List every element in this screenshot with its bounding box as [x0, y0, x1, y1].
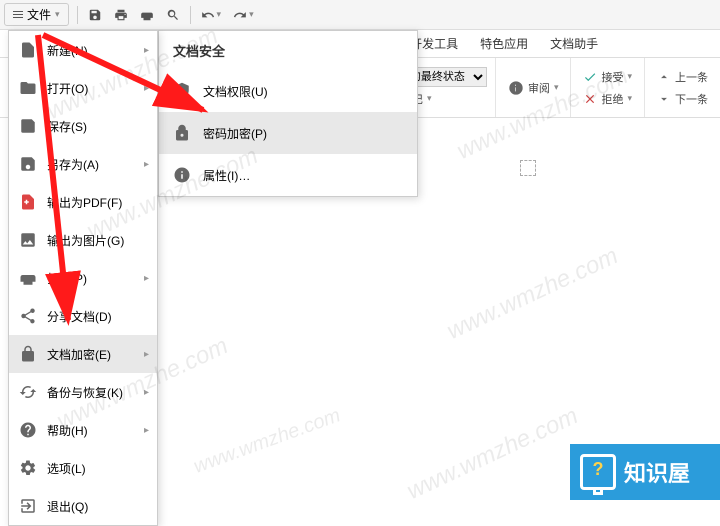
previous-button[interactable]: 上一条 [653, 67, 712, 87]
zhishiwu-logo: 知识屋 [570, 444, 720, 500]
ribbon-review-group: 审阅▾ [495, 58, 571, 117]
submenu-header: 文档安全 [159, 31, 417, 70]
separator [190, 6, 191, 24]
open-icon [19, 79, 37, 97]
undo-icon[interactable]: ▾ [195, 6, 228, 24]
encrypt-submenu: 文档安全 文档权限(U) 密码加密(P) 属性(I)… [158, 30, 418, 197]
reject-button[interactable]: 拒绝▾ [579, 89, 636, 109]
file-item-print[interactable]: 打印(P)▸ [9, 259, 157, 297]
backup-icon [19, 383, 37, 401]
magnifier-icon[interactable] [160, 6, 186, 24]
file-item-encrypt[interactable]: 文档加密(E)▸ [9, 335, 157, 373]
file-item-backup[interactable]: 备份与恢复(K)▸ [9, 373, 157, 411]
chevron-right-icon: ▸ [144, 45, 149, 56]
next-button[interactable]: 下一条 [653, 89, 712, 109]
gear-icon [19, 459, 37, 477]
image-icon [19, 231, 37, 249]
help-icon [19, 421, 37, 439]
submenu-item-properties[interactable]: 属性(I)… [159, 154, 417, 196]
quick-toolbar: 文件 ▾ ▾ ▾ [0, 0, 720, 30]
file-item-options[interactable]: 选项(L) [9, 449, 157, 487]
file-item-image[interactable]: 输出为图片(G) [9, 221, 157, 259]
file-item-share[interactable]: 分享文档(D) [9, 297, 157, 335]
file-item-help[interactable]: 帮助(H)▸ [9, 411, 157, 449]
file-item-exit[interactable]: 退出(Q) [9, 487, 157, 525]
monitor-icon [580, 454, 616, 490]
document-canvas [420, 118, 720, 500]
hamburger-button[interactable]: 文件 ▾ [4, 3, 69, 26]
review-button[interactable]: 审阅▾ [504, 78, 563, 98]
page-marker [520, 160, 536, 176]
print-icon [19, 269, 37, 287]
print-icon[interactable] [134, 6, 160, 24]
file-item-open[interactable]: 打开(O)▸ [9, 69, 157, 107]
file-item-pdf[interactable]: 输出为PDF(F) [9, 183, 157, 221]
separator [77, 6, 78, 24]
lock-icon [19, 345, 37, 363]
arrow-up-icon [657, 70, 671, 84]
share-icon [19, 307, 37, 325]
permissions-icon [173, 82, 191, 100]
new-icon [19, 41, 37, 59]
chevron-right-icon: ▸ [144, 425, 149, 436]
ribbon-nav-group: 上一条 下一条 [644, 58, 720, 117]
arrow-down-icon [657, 92, 671, 106]
pdf-icon [19, 193, 37, 211]
watermark: www.wmzhe.com [191, 404, 344, 478]
tab-special[interactable]: 特色应用 [470, 31, 538, 56]
print-preview-icon[interactable] [108, 6, 134, 24]
ribbon-accept-group: 接受▾ 拒绝▾ [570, 58, 644, 117]
logo-text: 知识屋 [624, 456, 690, 488]
chevron-right-icon: ▸ [144, 387, 149, 398]
save-icon[interactable] [82, 6, 108, 24]
redo-icon[interactable]: ▾ [227, 6, 260, 24]
file-item-saveas[interactable]: 另存为(A)▸ [9, 145, 157, 183]
chevron-right-icon: ▸ [144, 83, 149, 94]
chevron-right-icon: ▸ [144, 349, 149, 360]
submenu-item-permissions[interactable]: 文档权限(U) [159, 70, 417, 112]
file-item-new[interactable]: 新建(N)▸ [9, 31, 157, 69]
saveas-icon [19, 155, 37, 173]
file-menu: 新建(N)▸ 打开(O)▸ 保存(S) 另存为(A)▸ 输出为PDF(F) 输出… [8, 30, 158, 526]
file-item-save[interactable]: 保存(S) [9, 107, 157, 145]
tab-assistant[interactable]: 文档助手 [540, 31, 608, 56]
review-icon [508, 80, 524, 96]
cross-icon [583, 92, 597, 106]
save-icon [19, 117, 37, 135]
chevron-right-icon: ▸ [144, 273, 149, 284]
submenu-item-password[interactable]: 密码加密(P) [159, 112, 417, 154]
info-icon [173, 166, 191, 184]
key-icon [173, 124, 191, 142]
chevron-down-icon: ▾ [55, 9, 60, 20]
check-icon [583, 70, 597, 84]
file-menu-label: 文件 [27, 6, 51, 23]
accept-button[interactable]: 接受▾ [579, 67, 636, 87]
chevron-right-icon: ▸ [144, 159, 149, 170]
